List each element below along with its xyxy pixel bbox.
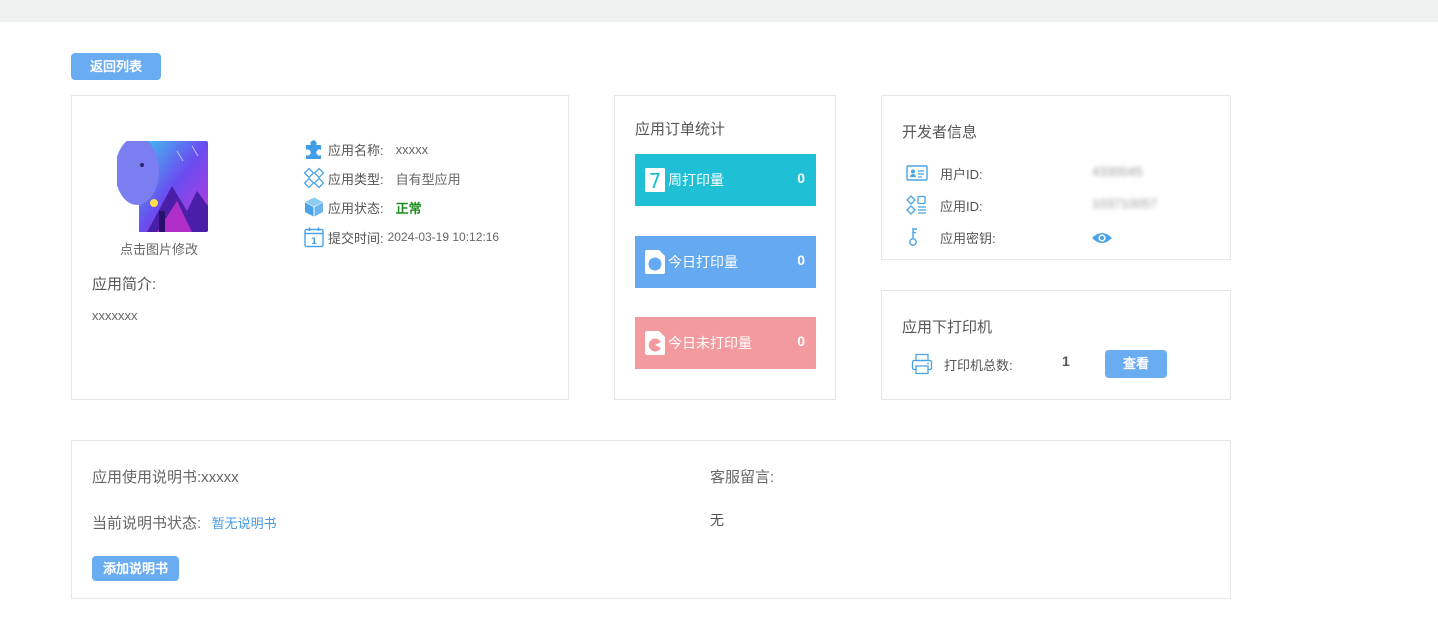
app-info-card: 点击图片修改 应用名称: xxxxx 应用类型: 自有型应用 应用状态: 正常: [71, 95, 569, 400]
pie-doc-icon: [645, 331, 665, 355]
app-status-label: 应用状态:: [328, 200, 384, 216]
app-thumbnail-image[interactable]: [117, 141, 208, 232]
today-print-box: 今日打印量 0: [635, 236, 816, 288]
change-image-hint[interactable]: 点击图片修改: [120, 239, 198, 258]
today-unprinted-label: 今日未打印量: [668, 335, 752, 351]
app-name-label: 应用名称:: [328, 142, 384, 158]
app-secret-row: 应用密钥:: [906, 227, 996, 247]
circle-doc-icon: [645, 250, 665, 274]
top-bar: [0, 0, 1438, 22]
manual-status-value[interactable]: 暂无说明书: [212, 516, 277, 531]
app-name-row: 应用名称: xxxxx: [303, 138, 428, 160]
service-message-value: 无: [710, 512, 724, 528]
puzzle-icon: [306, 140, 321, 159]
manual-value: xxxxx: [201, 469, 239, 486]
submit-time-row: 1 提交时间: 2024-03-19 10:12:16: [303, 226, 499, 248]
app-grid-icon: [906, 195, 926, 215]
add-manual-button[interactable]: 添加说明书: [92, 556, 179, 581]
intro-text: xxxxxxx: [92, 308, 138, 323]
manual-card: 应用使用说明书:xxxxx 当前说明书状态: 暂无说明书 添加说明书 客服留言:…: [71, 440, 1231, 599]
app-name-value: xxxxx: [395, 141, 429, 157]
app-status-row: 应用状态: 正常: [303, 196, 422, 218]
svg-text:7: 7: [649, 169, 662, 192]
svg-text:1: 1: [311, 237, 317, 247]
order-stats-card: 应用订单统计 7 周打印量 0 今日打印量 0 今日未打印量 0: [614, 95, 836, 400]
app-id-label: 应用ID:: [940, 198, 983, 214]
app-id-value: 103710057: [1092, 196, 1158, 211]
calendar-7-icon: 7: [645, 168, 665, 192]
view-printers-button[interactable]: 查看: [1105, 350, 1167, 378]
app-type-label: 应用类型:: [328, 171, 384, 187]
calendar-icon: 1: [304, 227, 324, 248]
today-print-value: 0: [797, 252, 805, 268]
app-id-row: 应用ID:: [906, 195, 983, 215]
weekly-print-value: 0: [797, 170, 805, 186]
submit-time-value: 2024-03-19 10:12:16: [387, 230, 500, 244]
manual-status-row: 当前说明书状态: 暂无说明书: [92, 512, 277, 533]
weekly-print-box: 7 周打印量 0: [635, 154, 816, 206]
key-icon: [909, 228, 917, 246]
four-squares-icon: [303, 167, 325, 189]
user-id-row: 用户ID:: [906, 163, 983, 183]
app-status-value: 正常: [395, 200, 422, 216]
printers-card: 应用下打印机 打印机总数: 1 查看: [881, 290, 1231, 400]
box-icon: [305, 197, 323, 217]
weekly-print-label: 周打印量: [668, 172, 724, 188]
manual-row: 应用使用说明书:xxxxx: [92, 466, 239, 487]
id-card-icon: [906, 165, 928, 181]
user-id-label: 用户ID:: [940, 166, 983, 182]
today-unprinted-box: 今日未打印量 0: [635, 317, 816, 369]
printer-total-label: 打印机总数:: [944, 358, 1013, 373]
printer-icon: [911, 353, 933, 375]
service-message-label: 客服留言:: [710, 469, 775, 486]
today-unprinted-value: 0: [797, 333, 805, 349]
order-stats-title: 应用订单统计: [635, 121, 726, 138]
printer-total-value: 1: [1062, 353, 1070, 369]
app-type-row: 应用类型: 自有型应用: [303, 167, 461, 189]
user-id-value: 4330045: [1092, 164, 1143, 179]
developer-info-title: 开发者信息: [902, 124, 978, 141]
today-print-label: 今日打印量: [668, 254, 738, 270]
developer-info-card: 开发者信息 用户ID: 4330045 应用ID: 103710057 应用密钥…: [881, 95, 1231, 260]
manual-label: 应用使用说明书:: [92, 469, 202, 486]
submit-time-label: 提交时间:: [328, 230, 384, 246]
intro-title: 应用简介:: [92, 276, 157, 293]
app-secret-label: 应用密钥:: [940, 230, 996, 246]
manual-status-label: 当前说明书状态:: [92, 515, 202, 532]
printers-title: 应用下打印机: [902, 319, 993, 336]
app-type-value: 自有型应用: [395, 171, 461, 187]
eye-icon[interactable]: [1091, 230, 1113, 246]
back-to-list-button[interactable]: 返回列表: [71, 53, 161, 80]
